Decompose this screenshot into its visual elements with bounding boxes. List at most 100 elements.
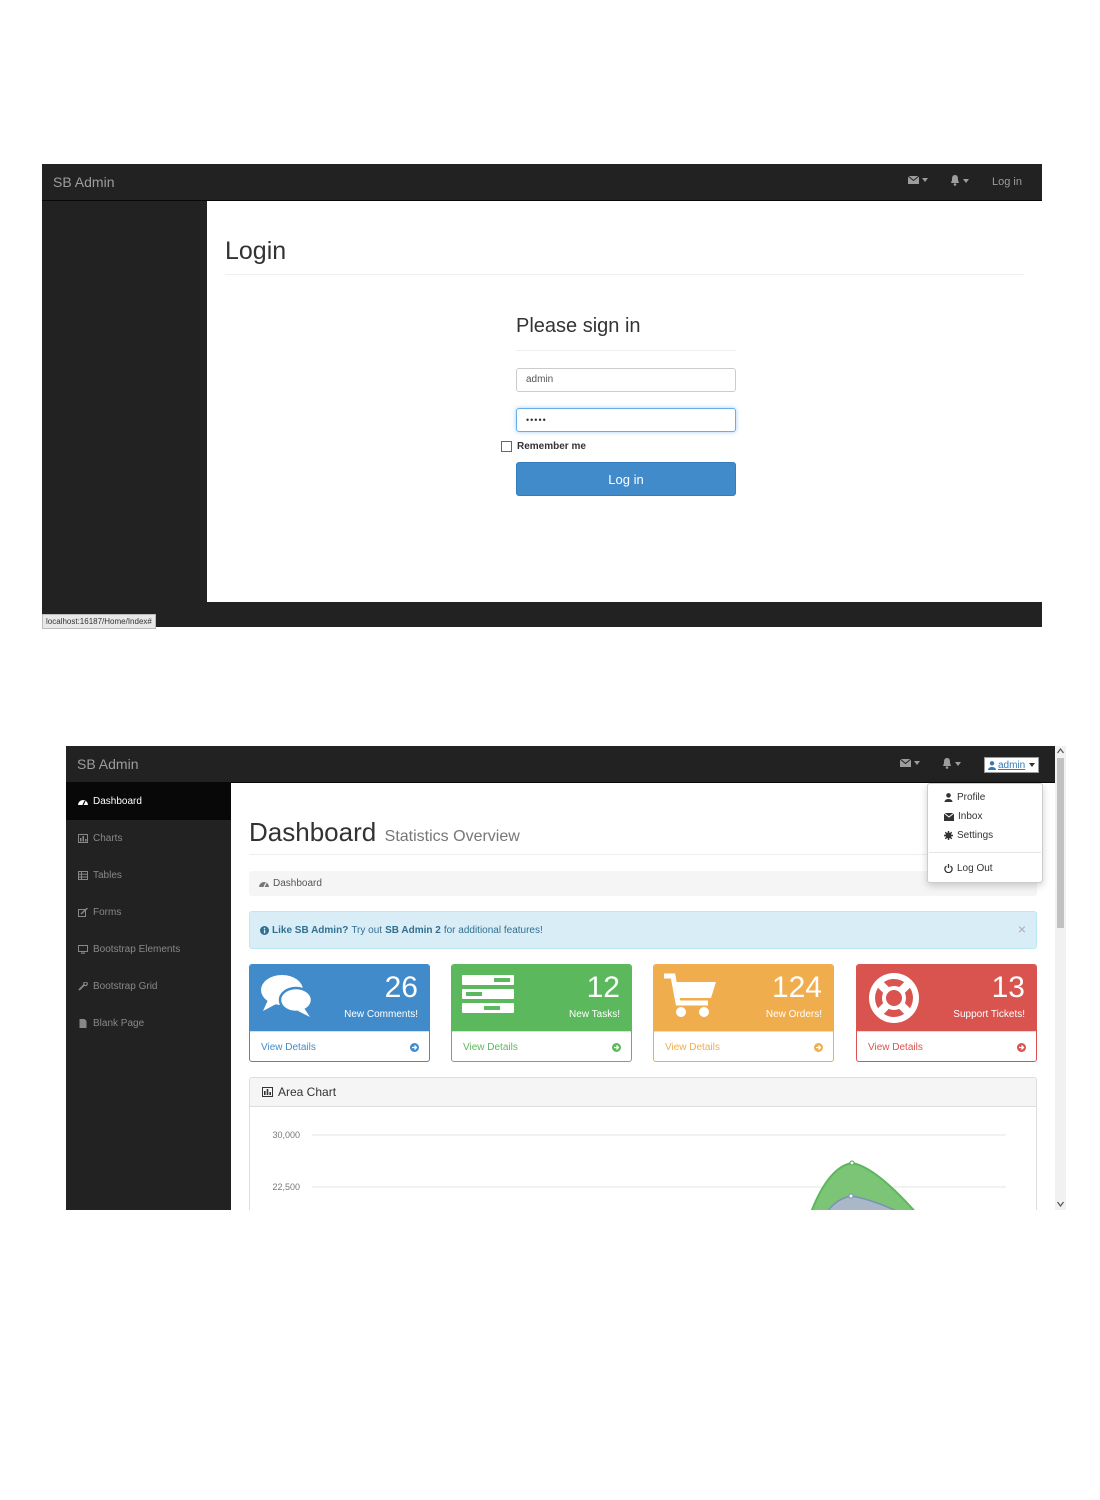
view-details-text: View Details [665,1041,720,1053]
sidebar-item-bootstrap-elements[interactable]: Bootstrap Elements [66,931,231,968]
scroll-up-icon[interactable] [1057,748,1064,754]
view-details-link[interactable]: View Details [452,1031,631,1061]
top-navbar: SB Admin Log in [42,164,1042,201]
breadcrumb: Dashboard [249,871,1037,896]
sidebar-item-dashboard[interactable]: Dashboard [66,783,231,820]
menu-item-label: Log Out [957,863,993,874]
gear-icon [944,831,953,840]
alert-close-button[interactable]: × [1018,921,1026,937]
panel-label: New Orders! [765,1009,822,1020]
menu-item-label: Inbox [958,811,983,822]
panel-heading: 124 New Orders! [654,965,833,1031]
comments-icon [261,975,314,1017]
menu-item-settings[interactable]: Settings [944,830,993,841]
browser-status-url: localhost:16187/Home/Index# [42,614,156,629]
menu-item-inbox[interactable]: Inbox [944,811,982,822]
sidebar-item-label: Tables [93,870,122,881]
breadcrumb-item: Dashboard [273,878,322,889]
sidebar-item-label: Bootstrap Elements [93,944,181,955]
user-name: admin [998,759,1026,771]
sidebar: Dashboard Charts Tables Forms Bootstrap … [66,783,231,1210]
dashboard-screenshot: SB Admin admin Dashboard Charts Tables F… [66,746,1066,1210]
view-details-text: View Details [261,1041,316,1053]
brand-link[interactable]: SB Admin [77,756,138,772]
chart-title: Area Chart [278,1085,337,1099]
area-chart-panel: Area Chart 30,000 22,500 [249,1077,1037,1210]
login-nav-link[interactable]: Log in [992,176,1022,188]
wrench-icon [78,982,88,991]
brand-link[interactable]: SB Admin [53,174,114,190]
view-details-link[interactable]: View Details [654,1031,833,1061]
login-button[interactable]: Log in [516,462,736,496]
sidebar-item-label: Charts [93,833,123,844]
data-point[interactable] [849,1160,855,1166]
page-title: Login [225,237,1024,275]
sidebar-item-blank-page[interactable]: Blank Page [66,1005,231,1042]
sidebar-item-tables[interactable]: Tables [66,857,231,894]
panel-label: New Comments! [344,1009,418,1020]
panel-count: 12 [586,971,620,1004]
bell-icon [943,758,951,769]
alert-lead: Like SB Admin? [272,924,349,936]
top-navbar: SB Admin admin [66,746,1055,783]
info-alert: Like SB Admin? Try out SB Admin 2 for ad… [249,911,1037,949]
tasks-icon [462,975,514,1013]
user-dropdown-toggle[interactable]: admin [984,757,1040,773]
envelope-icon [908,176,919,184]
data-point[interactable] [848,1193,854,1199]
arrow-circle-right-icon [1017,1042,1026,1052]
messages-dropdown[interactable] [908,176,928,184]
page-title: Dashboard [249,817,377,847]
form-title: Please sign in [516,315,736,351]
username-input[interactable]: admin [516,368,736,392]
y-tick-label: 30,000 [272,1130,300,1140]
sidebar-item-forms[interactable]: Forms [66,894,231,931]
sidebar-item-label: Dashboard [93,796,142,807]
sidebar-item-label: Bootstrap Grid [93,981,158,992]
alerts-dropdown[interactable] [942,758,961,769]
menu-item-profile[interactable]: Profile [944,792,985,803]
menu-item-label: Settings [957,830,994,841]
scroll-down-icon[interactable] [1057,1201,1064,1207]
password-input[interactable]: ••••• [516,408,736,432]
view-details-text: View Details [868,1041,923,1053]
alert-link[interactable]: SB Admin 2 [385,925,441,936]
bell-icon [951,175,959,186]
edit-icon [78,908,88,917]
y-tick-label: 22,500 [272,1182,300,1192]
vertical-scrollbar[interactable] [1055,746,1066,1210]
panel-count: 124 [771,971,822,1004]
comments-panel: 26 New Comments! View Details [249,964,430,1062]
orders-panel: 124 New Orders! View Details [653,964,834,1062]
view-details-link[interactable]: View Details [857,1031,1036,1061]
sidebar-item-label: Forms [93,907,122,918]
sidebar-item-bootstrap-grid[interactable]: Bootstrap Grid [66,968,231,1005]
table-icon [78,871,88,880]
arrow-circle-right-icon [410,1042,419,1052]
scrollbar-thumb[interactable] [1057,758,1064,928]
menu-item-label: Profile [957,792,986,803]
remember-checkbox[interactable] [501,441,512,452]
panel-count: 13 [991,971,1025,1004]
desktop-icon [78,945,88,954]
remember-me[interactable]: Remember me [501,441,586,452]
login-content: Login Please sign in admin ••••• Remembe… [207,201,1042,602]
user-icon [988,760,996,770]
menu-item-logout[interactable]: Log Out [944,863,993,874]
messages-dropdown[interactable] [900,759,920,767]
file-icon [79,1019,87,1028]
envelope-icon [900,759,911,767]
view-details-link[interactable]: View Details [250,1031,429,1061]
user-icon [944,793,953,802]
page-header: Dashboard Statistics Overview [249,817,1037,855]
alerts-dropdown[interactable] [950,175,969,186]
panel-heading: 12 New Tasks! [452,965,631,1031]
panel-label: New Tasks! [569,1009,620,1020]
sidebar-item-charts[interactable]: Charts [66,820,231,857]
view-details-text: View Details [463,1041,518,1053]
area-chart: 30,000 22,500 [272,1130,1006,1210]
life-ring-icon [869,973,919,1023]
panel-heading: 26 New Comments! [250,965,429,1031]
envelope-icon [944,812,954,821]
bar-chart-icon [78,834,88,843]
